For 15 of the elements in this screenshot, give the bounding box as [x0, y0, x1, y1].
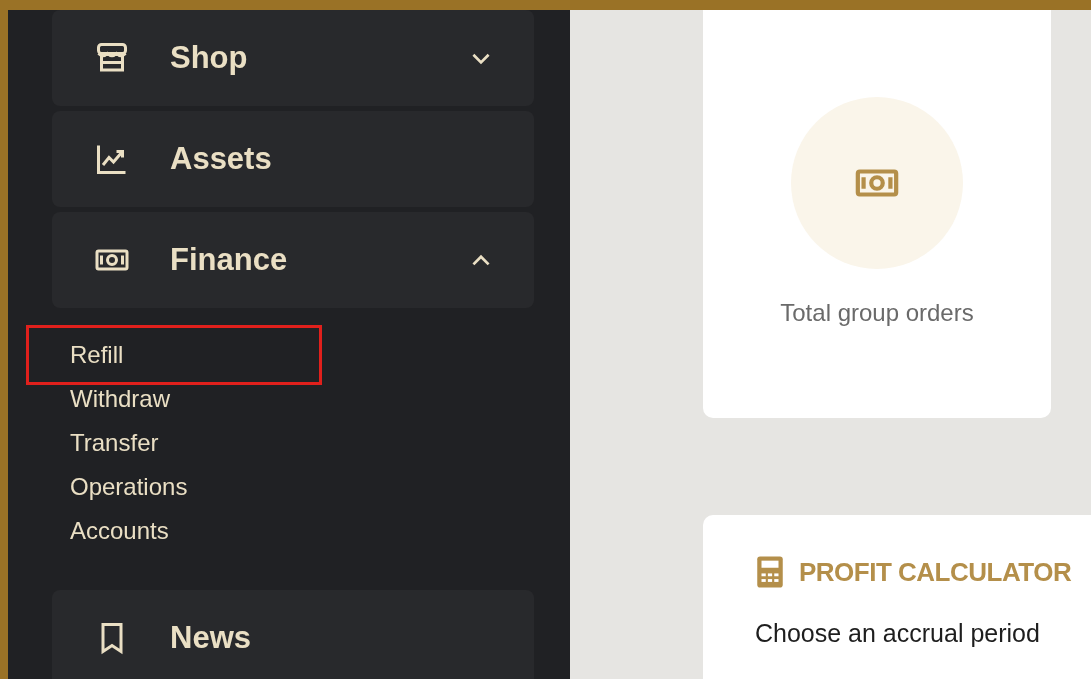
sidebar-item[interactable]: Shop: [52, 10, 534, 106]
stat-label: Total group orders: [780, 299, 974, 327]
sidebar-item[interactable]: News: [52, 590, 534, 679]
submenu-item[interactable]: Accounts: [26, 509, 322, 553]
sidebar-item-label: Assets: [170, 141, 273, 177]
calculator-title: PROFIT CALCULATOR: [799, 556, 1072, 588]
sidebar-item-label: Finance: [170, 242, 289, 278]
submenu-item[interactable]: Operations: [26, 465, 322, 509]
sidebar-item-label: Shop: [170, 40, 249, 76]
sidebar-item-label: News: [170, 620, 252, 656]
sidebar-item[interactable]: Assets: [52, 111, 534, 207]
sidebar-item[interactable]: Finance: [52, 212, 534, 308]
calculator-subtitle: Choose an accrual period: [755, 619, 1041, 648]
submenu-item[interactable]: Transfer: [26, 421, 322, 465]
calculator-icon: [755, 555, 785, 589]
